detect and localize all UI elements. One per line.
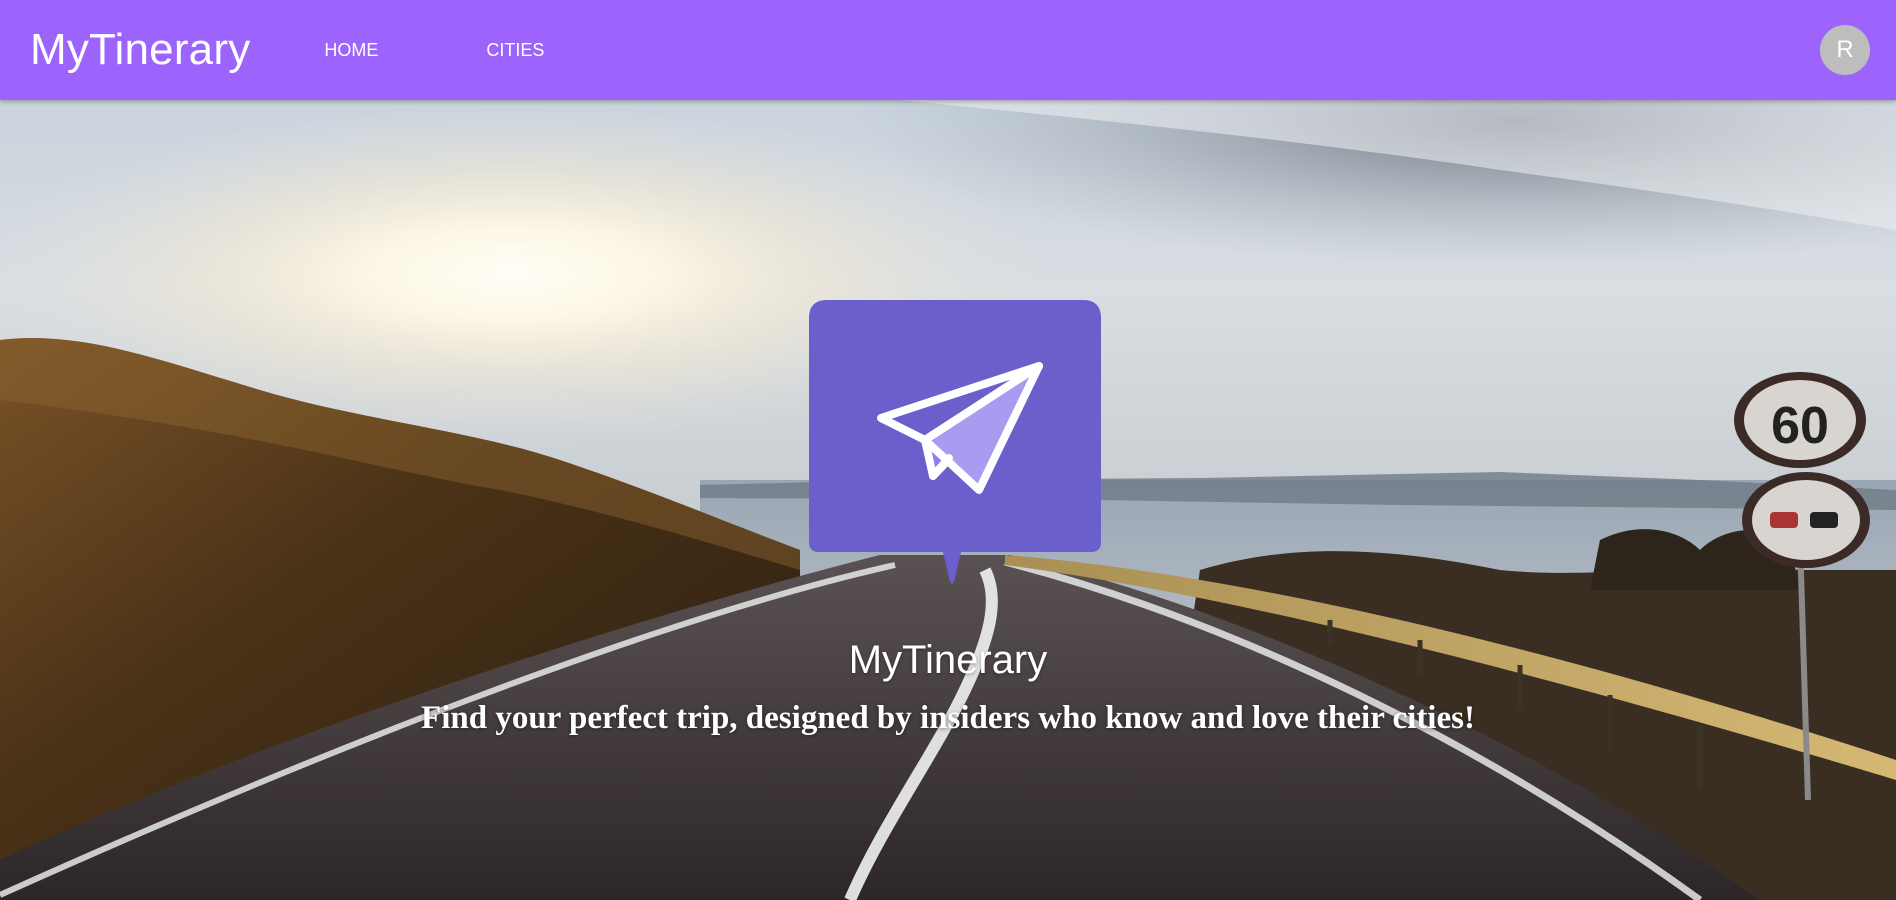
user-avatar[interactable]: R [1820, 25, 1870, 75]
hero-section: 60 MyTinerary Find your perfect trip, de… [0, 100, 1896, 900]
hero-title: MyTinerary [848, 638, 1048, 682]
paper-plane-icon [809, 300, 1101, 584]
main-nav: HOME CITIES [324, 40, 544, 61]
nav-cities-link[interactable]: CITIES [486, 40, 544, 61]
svg-text:60: 60 [1771, 397, 1829, 455]
app-root: MyTinerary HOME CITIES R 60 MyTinerary F… [0, 0, 1896, 900]
top-app-bar: MyTinerary HOME CITIES R [0, 0, 1896, 100]
brand-logo-text[interactable]: MyTinerary [30, 28, 250, 72]
hero-tagline: Find your perfect trip, designed by insi… [421, 700, 1475, 736]
nav-home-link[interactable]: HOME [324, 40, 378, 61]
